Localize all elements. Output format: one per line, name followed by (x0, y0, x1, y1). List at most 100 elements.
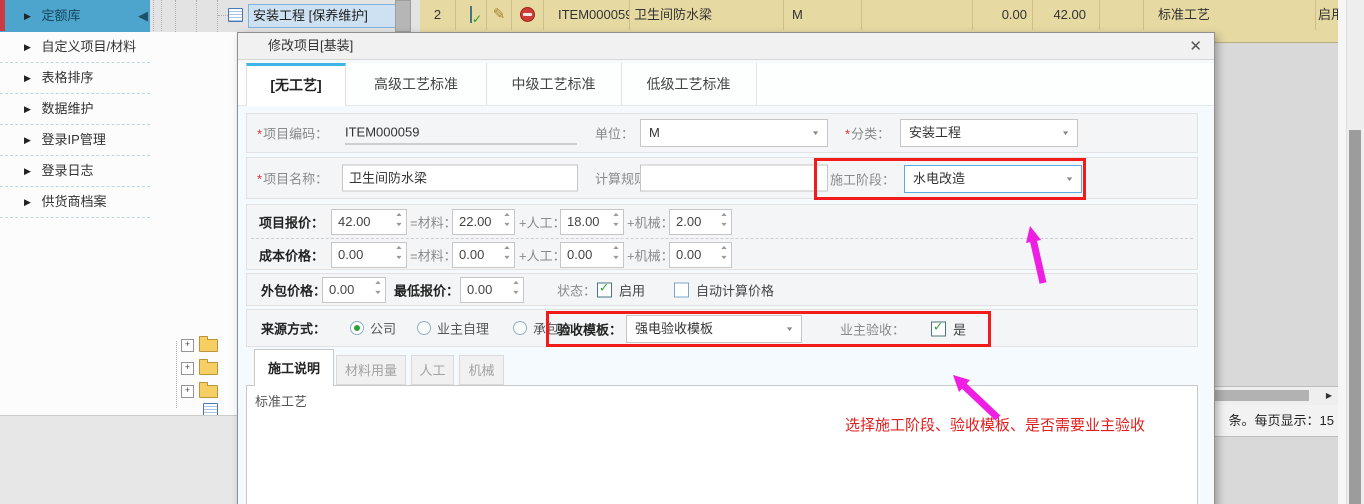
spin-down-icon[interactable]: ▼ (373, 290, 382, 296)
tab-no-craft[interactable]: [无工艺] (246, 63, 346, 106)
tab-material-usage[interactable]: 材料用量 (336, 355, 406, 385)
spinner-value: 42.00 (338, 210, 371, 234)
scroll-right-icon[interactable]: ▶ (1322, 389, 1336, 403)
spinner-buttons[interactable]: ▲▼ (393, 245, 404, 262)
spin-down-icon[interactable]: ▼ (394, 255, 403, 261)
sidebar-item-custom-items[interactable]: ▶ 自定义项目/材料 (0, 32, 150, 63)
grid-line (196, 0, 197, 32)
tab-middle-craft[interactable]: 中级工艺标准 (486, 63, 622, 105)
cost-machine-spinner[interactable]: 0.00 ▲▼ (669, 242, 732, 268)
spinner-buttons[interactable]: ▲▼ (610, 212, 621, 229)
spin-down-icon[interactable]: ▼ (502, 255, 511, 261)
tab-construction-note[interactable]: 施工说明 (254, 349, 334, 386)
source-owner-radio[interactable] (417, 321, 431, 335)
quote-labor-spinner[interactable]: 18.00 ▲▼ (560, 209, 624, 235)
tab-machine[interactable]: 机械 (459, 355, 504, 385)
spin-up-icon[interactable]: ▲ (719, 245, 728, 251)
source-contractor-radio[interactable] (513, 321, 527, 335)
spinner-buttons[interactable]: ▲▼ (718, 245, 729, 262)
spin-up-icon[interactable]: ▲ (502, 245, 511, 251)
edit-pencil-icon[interactable]: ✎ (493, 0, 506, 30)
spinner-buttons[interactable]: ▲▼ (610, 245, 621, 262)
name-label: *项目名称： (257, 169, 328, 188)
disable-icon[interactable] (520, 7, 535, 22)
spinner-buttons[interactable]: ▲▼ (393, 212, 404, 229)
calc-rule-input[interactable] (640, 165, 828, 192)
spin-down-icon[interactable]: ▼ (719, 255, 728, 261)
min-quote-spinner[interactable]: 0.00 ▲▼ (460, 277, 524, 303)
stage-select[interactable]: 水电改造 ▼ (904, 165, 1082, 193)
spin-down-icon[interactable]: ▼ (611, 222, 620, 228)
name-input[interactable]: 卫生间防水梁 (342, 165, 578, 192)
folder-icon[interactable] (199, 362, 218, 375)
accept-template-select[interactable]: 强电验收模板 ▼ (626, 315, 802, 343)
tree-expand-icon[interactable]: + (181, 385, 194, 398)
tab-labor[interactable]: 人工 (411, 355, 454, 385)
folder-icon[interactable] (199, 339, 218, 352)
unit-select[interactable]: M ▼ (640, 119, 828, 147)
quote-machine-spinner[interactable]: 2.00 ▲▼ (669, 209, 732, 235)
horizontal-scrollbar-thumb[interactable] (1213, 390, 1309, 401)
caret-down-icon[interactable]: ▼ (811, 130, 820, 137)
sidebar-item-data-maintenance[interactable]: ▶ 数据维护 (0, 94, 150, 125)
spin-up-icon[interactable]: ▲ (373, 280, 382, 286)
category-select[interactable]: 安装工程 ▼ (900, 119, 1078, 147)
tree-expand-icon[interactable]: + (181, 339, 194, 352)
spin-up-icon[interactable]: ▲ (611, 245, 620, 251)
source-company-radio[interactable] (350, 321, 364, 335)
owner-accept-checkbox[interactable]: ✓ (931, 322, 946, 337)
outsource-label: 外包价格： (261, 280, 326, 299)
spin-down-icon[interactable]: ▼ (611, 255, 620, 261)
cost-total-spinner[interactable]: 0.00 ▲▼ (331, 242, 407, 268)
spin-down-icon[interactable]: ▼ (511, 290, 520, 296)
enabled-checkbox[interactable]: ✓ (597, 282, 612, 297)
select-value: 强电验收模板 (635, 316, 713, 342)
row-price-cell: 42.00 (1033, 0, 1100, 30)
spin-up-icon[interactable]: ▲ (502, 212, 511, 218)
min-quote-label: 最低报价：: (394, 280, 463, 299)
tab-advanced-craft[interactable]: 高级工艺标准 (346, 63, 487, 105)
vertical-scrollbar-thumb[interactable] (1349, 130, 1361, 504)
caret-down-icon[interactable]: ▼ (785, 326, 794, 333)
active-marker (0, 0, 5, 31)
chevron-right-icon: ▶ (24, 42, 31, 52)
spin-up-icon[interactable]: ▲ (719, 212, 728, 218)
spin-up-icon[interactable]: ▲ (394, 245, 403, 251)
tab-low-craft[interactable]: 低级工艺标准 (621, 63, 757, 105)
row-status-cell: 启用 (1316, 0, 1338, 30)
spinner-buttons[interactable]: ▲▼ (510, 280, 521, 297)
sidebar-item-supplier-archive[interactable]: ▶ 供货商档案 (0, 187, 150, 218)
spinner-buttons[interactable]: ▲▼ (718, 212, 729, 229)
sidebar-item-login-ip[interactable]: ▶ 登录IP管理 (0, 125, 150, 156)
close-icon[interactable]: ✕ (1189, 37, 1202, 55)
row-checkbox[interactable]: ✓ (470, 6, 472, 23)
construction-note-textarea[interactable]: 标准工艺 (246, 385, 1198, 504)
quote-total-spinner[interactable]: 42.00 ▲▼ (331, 209, 407, 235)
tree-expand-icon[interactable]: + (181, 362, 194, 375)
cost-labor-spinner[interactable]: 0.00 ▲▼ (560, 242, 624, 268)
sidebar-item-login-log[interactable]: ▶ 登录日志 (0, 156, 150, 187)
spin-down-icon[interactable]: ▼ (394, 222, 403, 228)
cost-material-spinner[interactable]: 0.00 ▲▼ (452, 242, 515, 268)
tree-splitter[interactable] (395, 0, 411, 32)
spin-up-icon[interactable]: ▲ (511, 280, 520, 286)
tree-node-selected[interactable]: 安装工程 [保养维护] (248, 4, 404, 28)
chevron-right-icon: ▶ (24, 197, 31, 207)
quote-material-spinner[interactable]: 22.00 ▲▼ (452, 209, 515, 235)
spin-up-icon[interactable]: ▲ (611, 212, 620, 218)
sidebar-item-quota-library[interactable]: ▶ 定额库 ◀ (0, 0, 150, 32)
spin-down-icon[interactable]: ▼ (719, 222, 728, 228)
spinner-buttons[interactable]: ▲▼ (372, 280, 383, 297)
sidebar-item-table-sort[interactable]: ▶ 表格排序 (0, 63, 150, 94)
caret-down-icon[interactable]: ▼ (1061, 130, 1070, 137)
spinner-buttons[interactable]: ▲▼ (501, 212, 512, 229)
spin-down-icon[interactable]: ▼ (502, 222, 511, 228)
spin-up-icon[interactable]: ▲ (394, 212, 403, 218)
machine-label: +机械： (627, 245, 674, 264)
outsource-spinner[interactable]: 0.00 ▲▼ (322, 277, 386, 303)
auto-calc-checkbox[interactable] (674, 282, 689, 297)
spinner-buttons[interactable]: ▲▼ (501, 245, 512, 262)
caret-down-icon[interactable]: ▼ (1065, 176, 1074, 183)
form-row-outsource: 外包价格： 0.00 ▲▼ 最低报价：: 0.00 ▲▼ 状态： ✓ 启用 自动… (246, 273, 1198, 306)
folder-icon[interactable] (199, 385, 218, 398)
